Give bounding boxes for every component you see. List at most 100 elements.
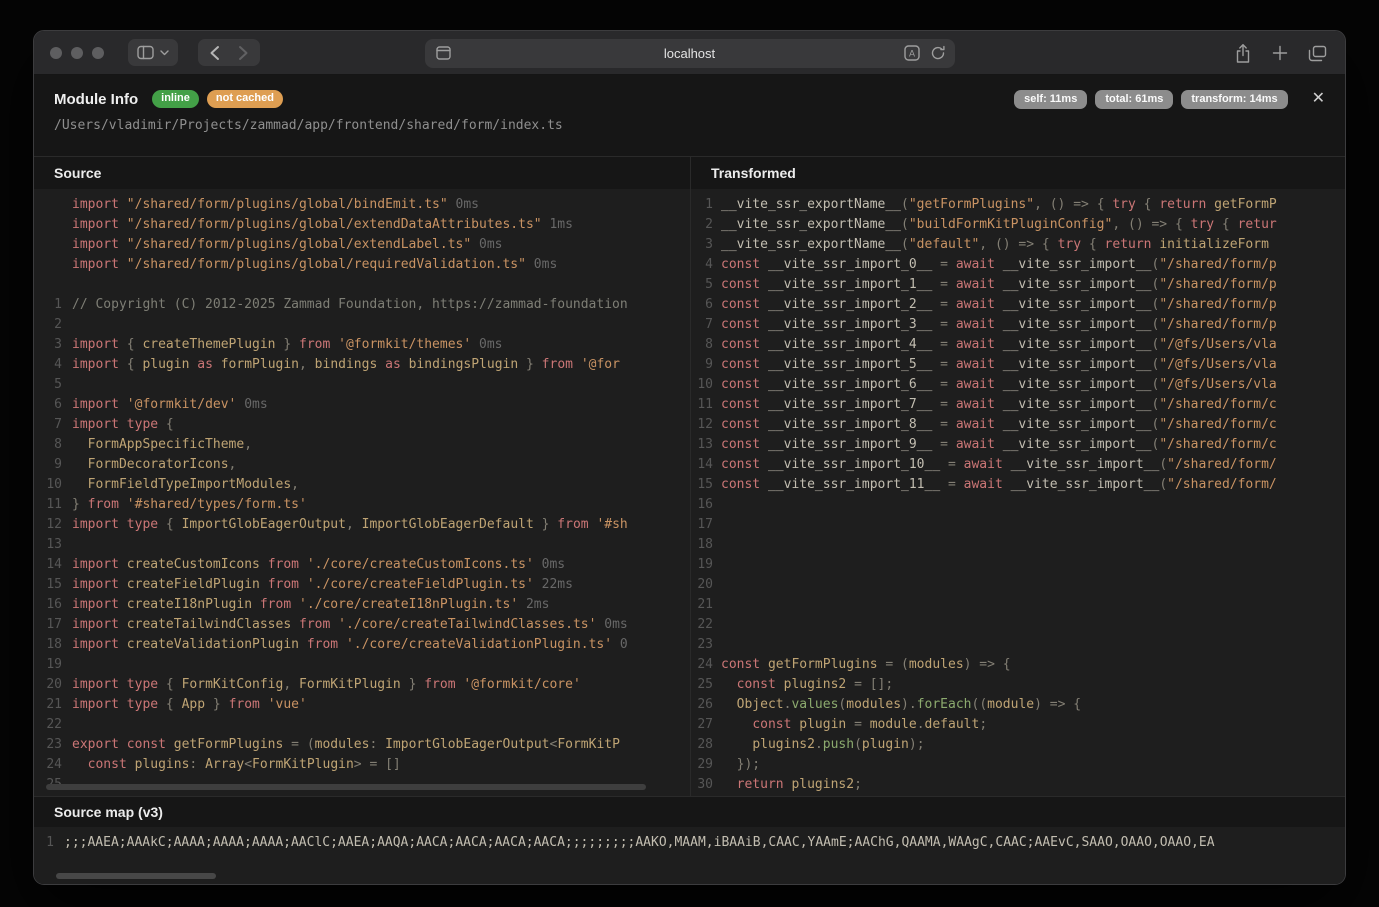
code-text: import createValidationPlugin from './co… xyxy=(72,635,690,655)
code-line: 4const __vite_ssr_import_0__ = await __v… xyxy=(691,255,1345,275)
code-text: import createTailwindClasses from './cor… xyxy=(72,615,690,635)
address-bar[interactable]: localhost A xyxy=(425,39,955,68)
line-number: 17 xyxy=(34,615,72,635)
source-panel: Source import "/shared/form/plugins/glob… xyxy=(34,157,691,796)
line-number xyxy=(34,215,72,235)
close-window-button[interactable] xyxy=(50,47,62,59)
line-number: 1 xyxy=(34,833,64,853)
line-number: 19 xyxy=(34,655,72,675)
line-number: 11 xyxy=(34,495,72,515)
code-text: FormAppSpecificTheme, xyxy=(72,435,690,455)
module-file-path: /Users/vladimir/Projects/zammad/app/fron… xyxy=(54,118,1325,133)
code-line: 13 xyxy=(34,535,690,555)
code-line: 18 xyxy=(691,535,1345,555)
line-number xyxy=(34,255,72,275)
chevron-down-icon xyxy=(160,50,169,56)
close-button[interactable]: ✕ xyxy=(1312,91,1325,107)
code-line: 9 FormDecoratorIcons, xyxy=(34,455,690,475)
code-line: 16 xyxy=(691,495,1345,515)
sourcemap-section: Source map (v3) 1;;;AAEA;AAAkC;AAAA;AAAA… xyxy=(34,796,1345,884)
code-line: 23 xyxy=(691,635,1345,655)
code-text: import createI18nPlugin from './core/cre… xyxy=(72,595,690,615)
line-number: 21 xyxy=(34,695,72,715)
forward-button[interactable] xyxy=(238,45,249,61)
code-text: const __vite_ssr_import_6__ = await __vi… xyxy=(721,375,1345,395)
share-icon xyxy=(1234,43,1252,64)
code-line: 2__vite_ssr_exportName__("buildFormKitPl… xyxy=(691,215,1345,235)
minimize-window-button[interactable] xyxy=(71,47,83,59)
nav-buttons xyxy=(198,39,260,66)
reload-icon[interactable] xyxy=(930,45,946,66)
svg-text:A: A xyxy=(908,49,914,59)
code-line: 18import createValidationPlugin from './… xyxy=(34,635,690,655)
sourcemap-hscrollbar-thumb[interactable] xyxy=(56,873,216,879)
line-number: 22 xyxy=(34,715,72,735)
code-line: import "/shared/form/plugins/global/exte… xyxy=(34,215,690,235)
not-cached-badge: not cached xyxy=(207,90,283,108)
desktop: { "browser": { "url": "localhost" }, "he… xyxy=(0,0,1379,907)
timing-self-badge: self: 11ms xyxy=(1014,90,1087,109)
code-line: 14import createCustomIcons from './core/… xyxy=(34,555,690,575)
timing-total-badge: total: 61ms xyxy=(1095,90,1173,109)
code-line: 6import '@formkit/dev' 0ms xyxy=(34,395,690,415)
sidebar-toggle-button[interactable] xyxy=(128,39,178,66)
code-line: 28 plugins2.push(plugin); xyxy=(691,735,1345,755)
code-line: 1// Copyright (C) 2012-2025 Zammad Found… xyxy=(34,295,690,315)
window-controls xyxy=(50,47,104,59)
code-text: import "/shared/form/plugins/global/requ… xyxy=(72,255,690,275)
code-text: const __vite_ssr_import_3__ = await __vi… xyxy=(721,315,1345,335)
code-line: 13const __vite_ssr_import_9__ = await __… xyxy=(691,435,1345,455)
line-number: 15 xyxy=(691,475,721,495)
code-line: 29 }); xyxy=(691,755,1345,775)
line-number: 3 xyxy=(34,335,72,355)
code-line: 10const __vite_ssr_import_6__ = await __… xyxy=(691,375,1345,395)
code-line: 21 xyxy=(691,595,1345,615)
code-text: import "/shared/form/plugins/global/bind… xyxy=(72,195,690,215)
line-number: 12 xyxy=(691,415,721,435)
tab-overview-icon xyxy=(1308,45,1327,62)
module-info-header: Module Info inline not cached self: 11ms… xyxy=(34,75,1345,156)
code-line: 11const __vite_ssr_import_7__ = await __… xyxy=(691,395,1345,415)
share-button[interactable] xyxy=(1234,43,1252,64)
source-hscrollbar-thumb[interactable] xyxy=(46,784,646,790)
translate-icon[interactable]: A xyxy=(904,45,920,66)
code-text xyxy=(721,635,1345,655)
line-number: 9 xyxy=(691,355,721,375)
code-text xyxy=(72,375,690,395)
tab-overview-button[interactable] xyxy=(1308,45,1327,62)
code-line: 17 xyxy=(691,515,1345,535)
code-text xyxy=(72,275,690,295)
transformed-panel: Transformed 1__vite_ssr_exportName__("ge… xyxy=(691,157,1345,796)
line-number: 26 xyxy=(691,695,721,715)
code-text: plugins2.push(plugin); xyxy=(721,735,1345,755)
line-number: 5 xyxy=(34,375,72,395)
line-number xyxy=(34,235,72,255)
code-line: 25 const plugins2 = []; xyxy=(691,675,1345,695)
code-line: 17import createTailwindClasses from './c… xyxy=(34,615,690,635)
code-text: ;;;AAEA;AAAkC;AAAA;AAAA;AAAA;AAClC;AAEA;… xyxy=(64,833,1345,853)
inspect-page: Module Info inline not cached self: 11ms… xyxy=(34,75,1345,884)
code-text: FormFieldTypeImportModules, xyxy=(72,475,690,495)
line-number: 8 xyxy=(691,335,721,355)
code-line: 24 const plugins: Array<FormKitPlugin> =… xyxy=(34,755,690,775)
line-number: 8 xyxy=(34,435,72,455)
code-text: import createFieldPlugin from './core/cr… xyxy=(72,575,690,595)
code-line: 4import { plugin as formPlugin, bindings… xyxy=(34,355,690,375)
line-number: 1 xyxy=(691,195,721,215)
code-text xyxy=(72,655,690,675)
code-line: 5const __vite_ssr_import_1__ = await __v… xyxy=(691,275,1345,295)
code-text: import "/shared/form/plugins/global/exte… xyxy=(72,215,690,235)
line-number: 2 xyxy=(691,215,721,235)
line-number: 18 xyxy=(691,535,721,555)
transformed-code: 1__vite_ssr_exportName__("getFormPlugins… xyxy=(691,189,1345,796)
code-text: import type { ImportGlobEagerOutput, Imp… xyxy=(72,515,690,535)
new-tab-button[interactable] xyxy=(1272,45,1288,61)
sourcemap-code: 1;;;AAEA;AAAkC;AAAA;AAAA;AAAA;AAClC;AAEA… xyxy=(34,827,1345,884)
code-line: 20 xyxy=(691,575,1345,595)
line-number: 9 xyxy=(34,455,72,475)
back-button[interactable] xyxy=(209,45,220,61)
zoom-window-button[interactable] xyxy=(92,47,104,59)
code-line: import "/shared/form/plugins/global/bind… xyxy=(34,195,690,215)
code-text: const __vite_ssr_import_4__ = await __vi… xyxy=(721,335,1345,355)
code-line: 2 xyxy=(34,315,690,335)
